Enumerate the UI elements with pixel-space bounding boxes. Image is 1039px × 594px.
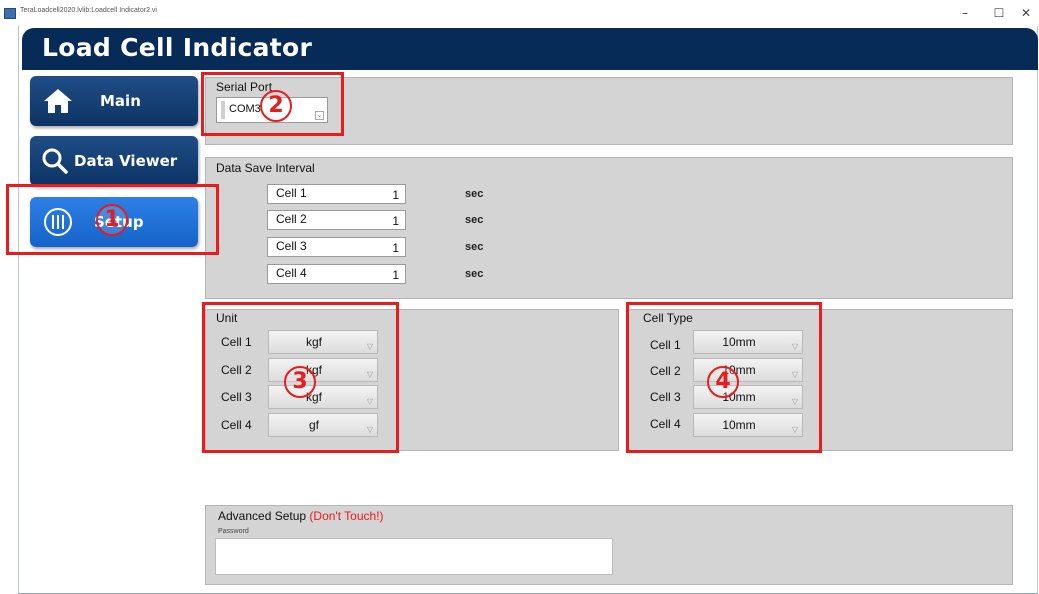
save-interval-unit-2: sec	[465, 214, 484, 226]
annotation-badge-2: 2	[260, 90, 292, 122]
save-interval-cell-1-label: Cell 1	[276, 186, 307, 200]
nav-data-viewer-button[interactable]: Data Viewer	[30, 136, 198, 186]
app-window: TeraLoadcell2020.lvlib:Loadcell Indicato…	[0, 0, 1039, 594]
maximize-button[interactable]: ☐	[982, 3, 1016, 23]
save-interval-cell-2-label: Cell 2	[276, 212, 307, 226]
close-button[interactable]: ✕	[1013, 3, 1039, 23]
advanced-setup-label: Advanced Setup (Don't Touch!)	[218, 509, 384, 523]
save-interval-unit-4: sec	[465, 268, 484, 280]
app-header: Load Cell Indicator	[22, 28, 1038, 70]
nav-main-button[interactable]: Main	[30, 76, 198, 126]
data-save-interval-label: Data Save Interval	[216, 161, 315, 175]
save-interval-cell-4-field[interactable]: Cell 4 1	[267, 264, 406, 284]
save-interval-cell-3-field[interactable]: Cell 3 1	[267, 237, 406, 257]
save-interval-cell-3-value: 1	[392, 241, 399, 255]
advanced-setup-warning: (Don't Touch!)	[309, 509, 384, 523]
save-interval-cell-2-value: 1	[392, 214, 399, 228]
search-icon	[30, 147, 80, 175]
home-icon	[30, 87, 86, 115]
password-input[interactable]	[215, 538, 613, 575]
password-label: Password	[218, 528, 249, 535]
save-interval-unit-3: sec	[465, 241, 484, 253]
save-interval-cell-1-field[interactable]: Cell 1 1	[267, 184, 406, 204]
save-interval-cell-1-value: 1	[392, 188, 399, 202]
app-icon	[4, 8, 16, 19]
annotation-badge-4: 4	[707, 366, 739, 398]
annotation-badge-1: 1	[96, 204, 128, 236]
minimize-button[interactable]: –	[948, 3, 982, 23]
annotation-badge-3: 3	[284, 366, 316, 398]
save-interval-unit-1: sec	[465, 188, 484, 200]
save-interval-cell-2-field[interactable]: Cell 2 1	[267, 210, 406, 230]
save-interval-cell-4-value: 1	[392, 268, 399, 282]
save-interval-cell-4-label: Cell 4	[276, 266, 307, 280]
nav-main-label: Main	[100, 92, 141, 110]
window-titlebar: TeraLoadcell2020.lvlib:Loadcell Indicato…	[0, 0, 1039, 26]
save-interval-cell-3-label: Cell 3	[276, 239, 307, 253]
nav-data-viewer-label: Data Viewer	[74, 152, 178, 170]
page-title: Load Cell Indicator	[42, 33, 313, 62]
window-title: TeraLoadcell2020.lvlib:Loadcell Indicato…	[20, 7, 157, 14]
advanced-setup-title: Advanced Setup	[218, 509, 307, 523]
